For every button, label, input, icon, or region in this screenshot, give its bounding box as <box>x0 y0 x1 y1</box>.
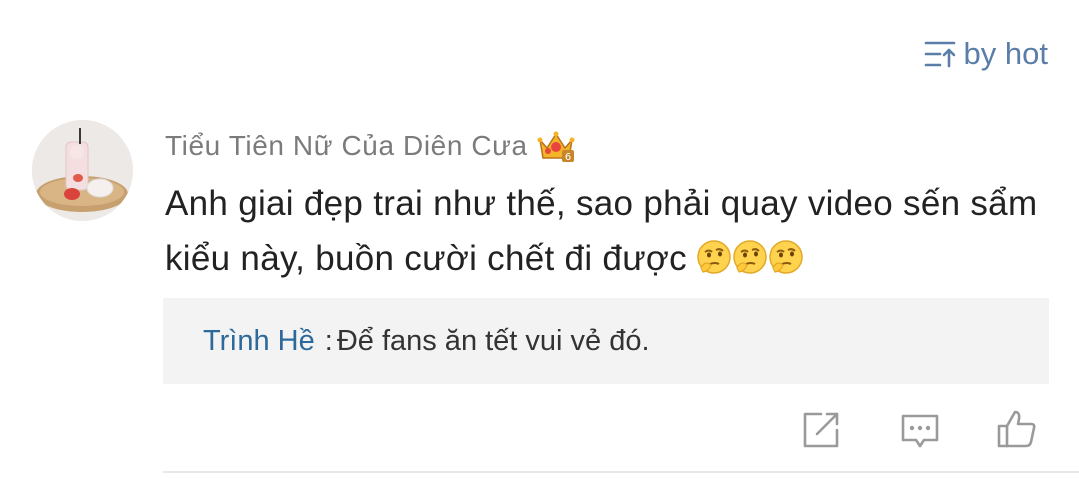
comment-body: Anh giai đẹp trai như thế, sao phải quay… <box>165 184 1038 278</box>
svg-text:6: 6 <box>565 152 571 163</box>
comment-author: Tiểu Tiên Nữ Của Diên Cưa 6 <box>165 128 576 164</box>
sort-ascending-icon <box>924 41 955 68</box>
comment-button[interactable] <box>898 408 942 452</box>
reply-text: Để fans ăn tết vui vẻ đó. <box>336 324 650 357</box>
comment-thread: by hot Tiểu Tiên Nữ Của Diên Cưa 6 Anh g… <box>0 0 1079 478</box>
avatar[interactable] <box>32 120 133 221</box>
comment-text: Anh giai đẹp trai như thế, sao phải quay… <box>165 176 1045 286</box>
divider <box>163 471 1079 473</box>
thinking-face-icon <box>769 240 803 274</box>
reply-separator: : <box>324 324 333 357</box>
comment-icon <box>901 414 939 448</box>
reply-author[interactable]: Trình Hề <box>203 325 315 358</box>
crown-level-6-icon: 6 <box>537 131 575 163</box>
sort-label: by hot <box>963 36 1048 71</box>
like-icon <box>997 410 1036 448</box>
thinking-face-icon <box>733 240 767 274</box>
like-button[interactable] <box>995 408 1039 452</box>
reply-box[interactable]: Trình Hề : Để fans ăn tết vui vẻ đó. <box>163 298 1049 384</box>
share-button[interactable] <box>799 408 843 452</box>
author-name[interactable]: Tiểu Tiên Nữ Của Diên Cưa <box>165 128 528 164</box>
share-icon <box>803 412 839 448</box>
sort-by-hot-button[interactable]: by hot <box>924 34 1048 74</box>
thinking-face-icon <box>697 240 731 274</box>
emoji-group <box>695 238 803 276</box>
